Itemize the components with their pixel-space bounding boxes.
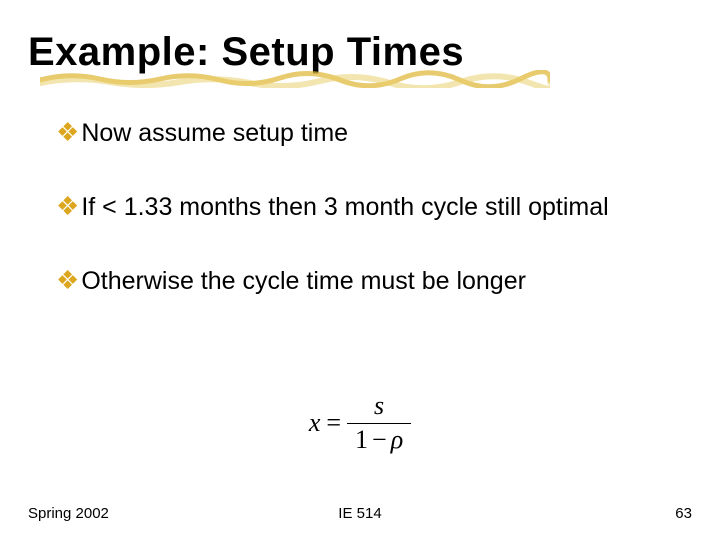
bullet-item: ❖ Otherwise the cycle time must be longe… [56, 264, 680, 298]
formula-numerator: s [366, 392, 392, 421]
bullet-text: Otherwise the cycle time must be longer [81, 264, 526, 298]
footer-right: 63 [471, 505, 692, 522]
bullet-item: ❖ If < 1.33 months then 3 month cycle st… [56, 190, 680, 224]
slide-title-wrap: Example: Setup Times [28, 30, 464, 75]
formula-denom-left: 1 [355, 425, 368, 454]
title-underline-decoration [40, 70, 550, 88]
formula-lhs: x [309, 408, 321, 438]
bullet-glyph-icon: ❖ [56, 190, 79, 222]
bullet-text: If < 1.33 months then 3 month cycle stil… [81, 190, 608, 224]
slide-footer: Spring 2002 IE 514 63 [28, 505, 692, 522]
footer-left: Spring 2002 [28, 505, 249, 522]
bullet-item: ❖ Now assume setup time [56, 116, 680, 150]
formula-inner: x = s 1−ρ [309, 392, 411, 454]
formula-fraction: s 1−ρ [347, 392, 411, 454]
formula-bar [347, 423, 411, 424]
formula: x = s 1−ρ [0, 392, 720, 454]
formula-equals: = [326, 408, 341, 438]
slide-title: Example: Setup Times [28, 30, 464, 75]
footer-center: IE 514 [249, 505, 470, 522]
bullet-glyph-icon: ❖ [56, 116, 79, 148]
formula-denominator: 1−ρ [347, 426, 411, 455]
formula-denom-minus: − [372, 425, 387, 454]
formula-denom-right: ρ [391, 425, 403, 454]
bullet-list: ❖ Now assume setup time ❖ If < 1.33 mont… [56, 116, 680, 338]
bullet-text: Now assume setup time [81, 116, 348, 150]
bullet-glyph-icon: ❖ [56, 264, 79, 296]
